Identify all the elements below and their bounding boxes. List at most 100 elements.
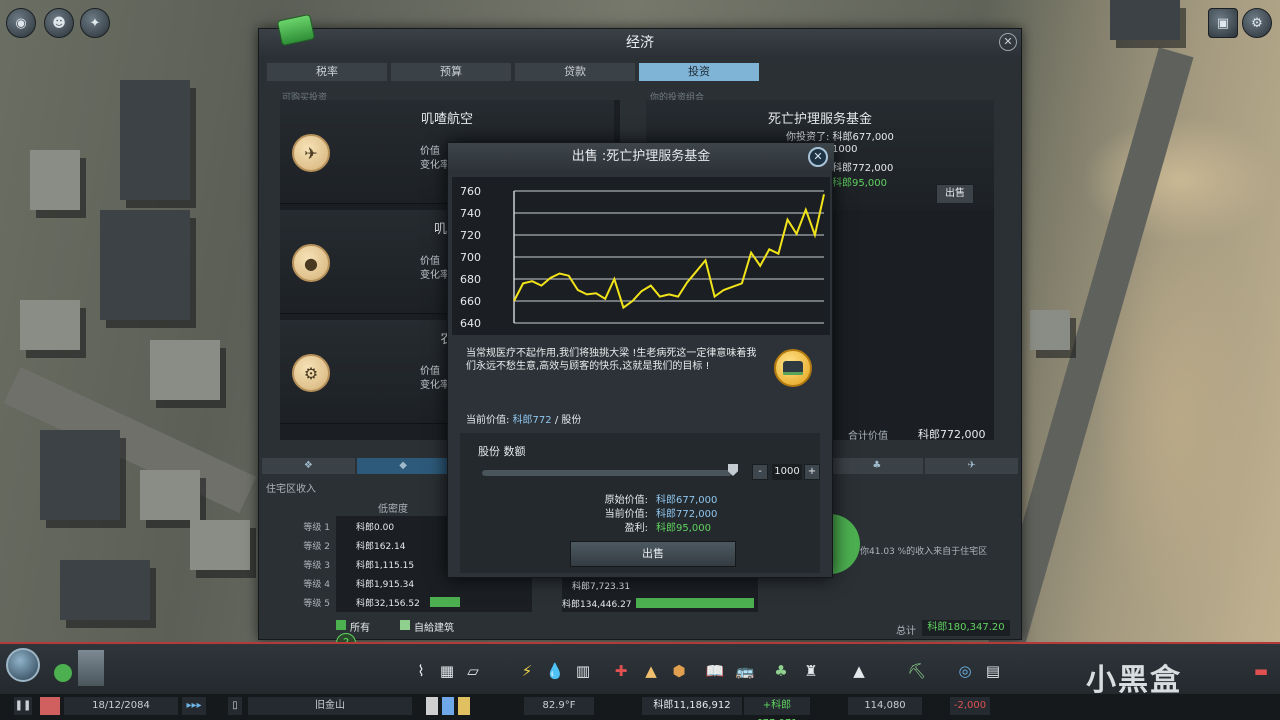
income-title: 住宅区收入	[266, 484, 316, 495]
sell-dialog-close-icon[interactable]: ✕	[808, 147, 828, 167]
level-value: 科郎32,156.52	[356, 599, 420, 609]
portfolio-sell-button[interactable]: 出售	[936, 184, 974, 204]
mid-value: 科郎7,723.31	[572, 582, 631, 592]
settings-gear-icon[interactable]: ⚙	[1242, 8, 1272, 38]
parks-icon[interactable]: ♣	[770, 660, 792, 682]
bulldozer-icon[interactable]: ▤	[982, 660, 1004, 682]
portfolio-fund-name: 死亡护理服务基金	[767, 112, 872, 127]
landscaping-icon[interactable]: ⛏	[906, 660, 928, 682]
building	[1030, 310, 1070, 350]
current-share-value: 当前价值: 科郎772 / 股份	[466, 411, 581, 426]
shares-panel: 股份 数额 - 1000 + 原始价值: 科郎677,000 当前价值: 科郎7…	[460, 433, 820, 573]
sell-dialog-title: 出售 :死亡护理服务基金	[448, 143, 834, 171]
monuments-icon[interactable]: ▲	[848, 660, 870, 682]
policies-icon[interactable]: ◎	[954, 660, 976, 682]
building	[100, 210, 190, 320]
chart-y-tick-label: 660	[460, 295, 481, 308]
price-label: 价值	[420, 146, 440, 157]
chart-y-tick-label: 760	[460, 185, 481, 198]
speed-indicator[interactable]	[40, 697, 60, 715]
tab-commercial-icon[interactable]: ◆	[356, 458, 450, 474]
pause-button[interactable]: ❚❚	[14, 697, 32, 715]
tab-tax[interactable]: 税率	[267, 63, 387, 81]
level-value: 科郎162.14	[356, 542, 406, 552]
city-globe-icon[interactable]	[6, 648, 40, 682]
water-icon[interactable]: 💧	[544, 660, 566, 682]
city-skyline-icon	[78, 650, 104, 686]
original-value-label: 原始价值:	[604, 495, 648, 506]
shares-slider-fill	[482, 470, 732, 476]
current-total-label: 当前价值:	[604, 509, 648, 520]
sell-button[interactable]: 出售	[570, 541, 736, 567]
demand-bar-industrial	[458, 697, 470, 715]
profit-label: 盈利:	[624, 523, 648, 534]
electricity-icon[interactable]: ⚡	[516, 660, 538, 682]
shares-slider[interactable]	[482, 470, 732, 476]
economy-titlebar: 经济 ✕	[259, 13, 1021, 57]
police-icon[interactable]: ⬢	[668, 660, 690, 682]
tab-transport-icon[interactable]: ✈	[925, 458, 1018, 474]
money-balance[interactable]: 科郎11,186,912	[642, 697, 742, 715]
population-change: -2,000	[950, 697, 990, 715]
current-value-amount: 科郎772	[512, 415, 552, 426]
building	[20, 300, 80, 350]
pie-text: 你41.03 %的收入来自于住宅区	[860, 547, 988, 557]
temperature: 82.9°F	[524, 697, 594, 715]
shares-plus-button[interactable]: +	[804, 464, 820, 480]
legend-all-swatch	[336, 620, 346, 630]
districts-icon[interactable]: ▱	[462, 660, 484, 682]
shares-amount[interactable]: 1000	[772, 464, 802, 480]
roads-icon[interactable]: ⌇	[410, 660, 432, 682]
chart-y-tick-label: 640	[460, 317, 481, 330]
speed-arrows-icon[interactable]: ▸▸▸	[182, 697, 206, 715]
tab-budget[interactable]: 预算	[391, 63, 511, 81]
investment-name: 叽喳航空	[420, 112, 473, 127]
tab-parks-icon[interactable]: ♣	[830, 458, 924, 474]
zoning-icon[interactable]: ▦	[436, 660, 458, 682]
building	[30, 150, 80, 210]
current-value-unit: / 股份	[554, 415, 582, 426]
chart-y-tick-label: 740	[460, 207, 481, 220]
portfolio-invested: 你投资了: 科郎677,000	[786, 132, 894, 143]
milestone-icon[interactable]	[54, 664, 72, 682]
level-label: 等级 1	[303, 523, 330, 533]
city-name[interactable]: 旧金山	[248, 697, 412, 715]
city-icon: ▯	[228, 697, 242, 715]
unique-buildings-icon[interactable]: ♜	[800, 660, 822, 682]
top-hat-icon	[774, 349, 812, 387]
money-icon	[276, 13, 316, 47]
price-label: 价值	[420, 256, 440, 267]
weekly-income: +科郎677,971	[744, 697, 810, 720]
transport-icon[interactable]: 🚌	[734, 660, 756, 682]
tab-loans[interactable]: 贷款	[515, 63, 635, 81]
demand-bar-commercial	[442, 697, 454, 715]
population[interactable]: 114,080	[848, 697, 922, 715]
sell-dialog: 出售 :死亡护理服务基金 ✕ 760 740 720 700 680 660 640 当常规…	[447, 142, 834, 578]
alert-icon[interactable]: ▬	[1250, 660, 1272, 682]
shares-minus-button[interactable]: -	[752, 464, 768, 480]
chart-y-tick-label: 680	[460, 273, 481, 286]
total-value: 科郎772,000	[918, 428, 986, 441]
change-label: 变化率	[420, 380, 450, 391]
fire-icon[interactable]: ▲	[640, 660, 662, 682]
healthcare-icon[interactable]: ✚	[610, 660, 632, 682]
original-value: 科郎677,000	[656, 495, 718, 506]
change-label: 变化率	[420, 270, 450, 281]
info-views-icon[interactable]: ◉	[6, 8, 36, 38]
photo-mode-icon[interactable]: ▣	[1208, 8, 1238, 38]
chirper-icon[interactable]: ☻	[44, 8, 74, 38]
current-total-value: 科郎772,000	[656, 509, 718, 520]
economy-close-icon[interactable]: ✕	[999, 33, 1017, 51]
unlock-icon[interactable]: ✦	[80, 8, 110, 38]
tab-residential-icon[interactable]: ❖	[262, 458, 355, 474]
total-value-label: 合计价值	[848, 431, 888, 442]
income-total-label: 总计	[896, 626, 916, 637]
building	[60, 560, 150, 620]
level-label: 等级 3	[303, 561, 330, 571]
tab-investment[interactable]: 投资	[639, 63, 759, 81]
airline-icon: ✈	[292, 134, 330, 172]
garbage-icon[interactable]: ▥	[572, 660, 594, 682]
level-label: 等级 5	[303, 599, 330, 609]
portfolio-profit: 科郎95,000	[832, 178, 887, 189]
education-icon[interactable]: 📖	[704, 660, 726, 682]
